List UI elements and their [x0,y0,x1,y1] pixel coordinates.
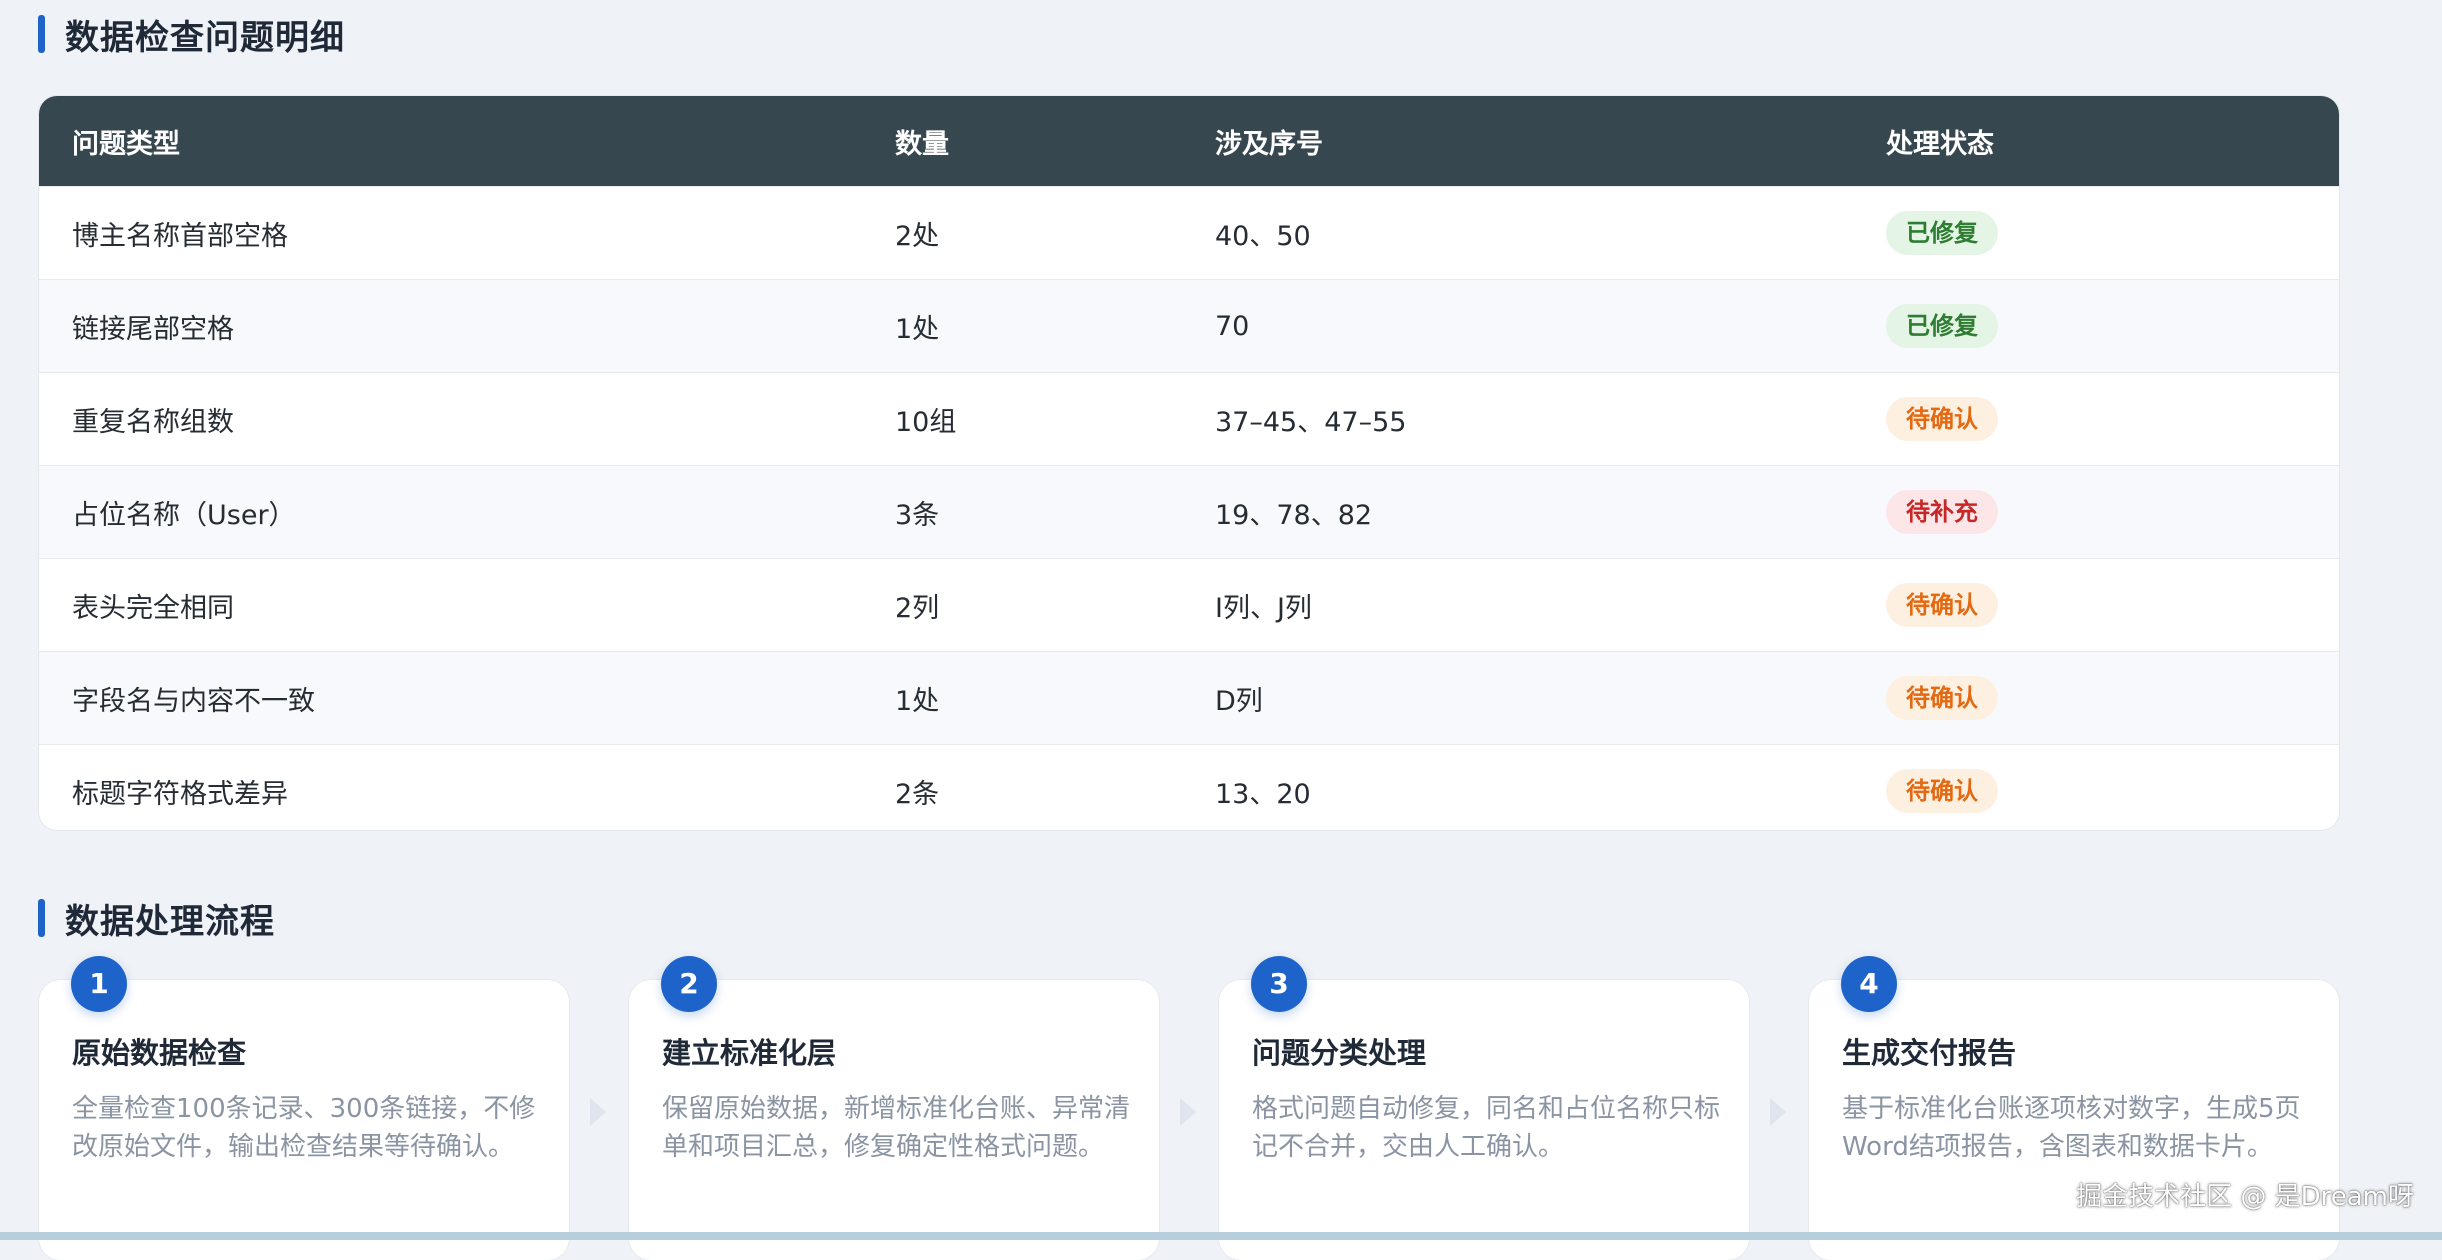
section-heading: 数据检查问题明细 [65,17,345,58]
step-card[interactable]: 3 问题分类处理 格式问题自动修复，同名和占位名称只标记不合并，交由人工确认。 [1219,956,1749,1260]
arrow-right-icon [590,1098,606,1126]
cell-related-ids: 70 [1215,310,1250,342]
step-number-badge: 3 [1251,956,1307,1012]
status-badge: 已修复 [1886,304,1998,348]
arrow-right-icon [1770,1098,1786,1126]
cell-count: 2条 [895,778,940,810]
table-row[interactable]: 表头完全相同 2列 I列、J列 待确认 [39,558,2339,651]
header-related-ids[interactable]: 涉及序号 [1215,122,1323,161]
title-accent-bar [38,15,45,53]
cell-count: 10组 [895,406,957,438]
status-badge: 待确认 [1886,676,1998,720]
bottom-divider [0,1232,2442,1240]
title-accent-bar [38,899,45,937]
process-steps: 1 原始数据检查 全量检查100条记录、300条链接，不修改原始文件，输出检查结… [39,956,2340,1260]
step-number-badge: 2 [661,956,717,1012]
table-row[interactable]: 标题字符格式差异 2条 13、20 待确认 [39,744,2339,830]
cell-issue-type: 链接尾部空格 [72,313,234,345]
step-card[interactable]: 2 建立标准化层 保留原始数据，新增标准化台账、异常清单和项目汇总，修复确定性格… [629,956,1159,1260]
cell-related-ids: D列 [1215,685,1263,717]
header-status[interactable]: 处理状态 [1886,122,1994,161]
cell-related-ids: 19、78、82 [1215,499,1373,531]
step-title: 建立标准化层 [662,1036,837,1070]
status-badge: 待补充 [1886,490,1998,534]
section-title-issues: 数据检查问题明细 [38,14,345,58]
status-badge: 待确认 [1886,397,1998,441]
cell-issue-type: 重复名称组数 [72,406,234,438]
cell-related-ids: 37–45、47–55 [1215,406,1407,438]
table-row[interactable]: 字段名与内容不一致 1处 D列 待确认 [39,651,2339,744]
step-title: 问题分类处理 [1252,1036,1427,1070]
status-badge: 待确认 [1886,769,1998,813]
cell-count: 1处 [895,313,940,345]
status-badge: 已修复 [1886,211,1998,255]
header-issue-type[interactable]: 问题类型 [72,122,180,161]
step-card[interactable]: 1 原始数据检查 全量检查100条记录、300条链接，不修改原始文件，输出检查结… [39,956,569,1260]
cell-issue-type: 博主名称首部空格 [72,220,288,252]
step-description: 格式问题自动修复，同名和占位名称只标记不合并，交由人工确认。 [1252,1094,1721,1162]
step-number-badge: 1 [71,956,127,1012]
step-card[interactable]: 4 生成交付报告 基于标准化台账逐项核对数字，生成5页Word结项报告，含图表和… [1809,956,2339,1260]
cell-related-ids: 13、20 [1215,778,1311,810]
step-title: 生成交付报告 [1842,1036,2017,1070]
cell-count: 1处 [895,685,940,717]
watermark: 掘金技术社区 @ 是Dream呀 [2076,1182,2414,1212]
step-title: 原始数据检查 [72,1036,247,1070]
cell-count: 3条 [895,499,940,531]
status-badge: 待确认 [1886,583,1998,627]
cell-issue-type: 标题字符格式差异 [72,778,288,810]
table-header-row: 问题类型 数量 涉及序号 处理状态 [39,96,2339,186]
header-count[interactable]: 数量 [895,122,949,161]
cell-count: 2列 [895,592,940,624]
cell-issue-type: 表头完全相同 [72,592,234,624]
table-row[interactable]: 博主名称首部空格 2处 40、50 已修复 [39,186,2339,279]
step-description: 基于标准化台账逐项核对数字，生成5页Word结项报告，含图表和数据卡片。 [1842,1094,2301,1162]
section-heading: 数据处理流程 [65,901,275,942]
cell-related-ids: I列、J列 [1215,592,1312,624]
step-description: 全量检查100条记录、300条链接，不修改原始文件，输出检查结果等待确认。 [72,1094,536,1162]
step-description: 保留原始数据，新增标准化台账、异常清单和项目汇总，修复确定性格式问题。 [662,1094,1131,1162]
arrow-right-icon [1180,1098,1196,1126]
table-row[interactable]: 占位名称（User） 3条 19、78、82 待补充 [39,465,2339,558]
cell-issue-type: 字段名与内容不一致 [72,685,315,717]
table-row[interactable]: 重复名称组数 10组 37–45、47–55 待确认 [39,372,2339,465]
cell-related-ids: 40、50 [1215,220,1311,252]
cell-issue-type: 占位名称（User） [72,499,296,531]
step-number-badge: 4 [1841,956,1897,1012]
cell-count: 2处 [895,220,940,252]
issues-table: 问题类型 数量 涉及序号 处理状态 博主名称首部空格 2处 40、50 已修复 … [39,96,2339,830]
table-row[interactable]: 链接尾部空格 1处 70 已修复 [39,279,2339,372]
section-title-process: 数据处理流程 [38,898,275,942]
